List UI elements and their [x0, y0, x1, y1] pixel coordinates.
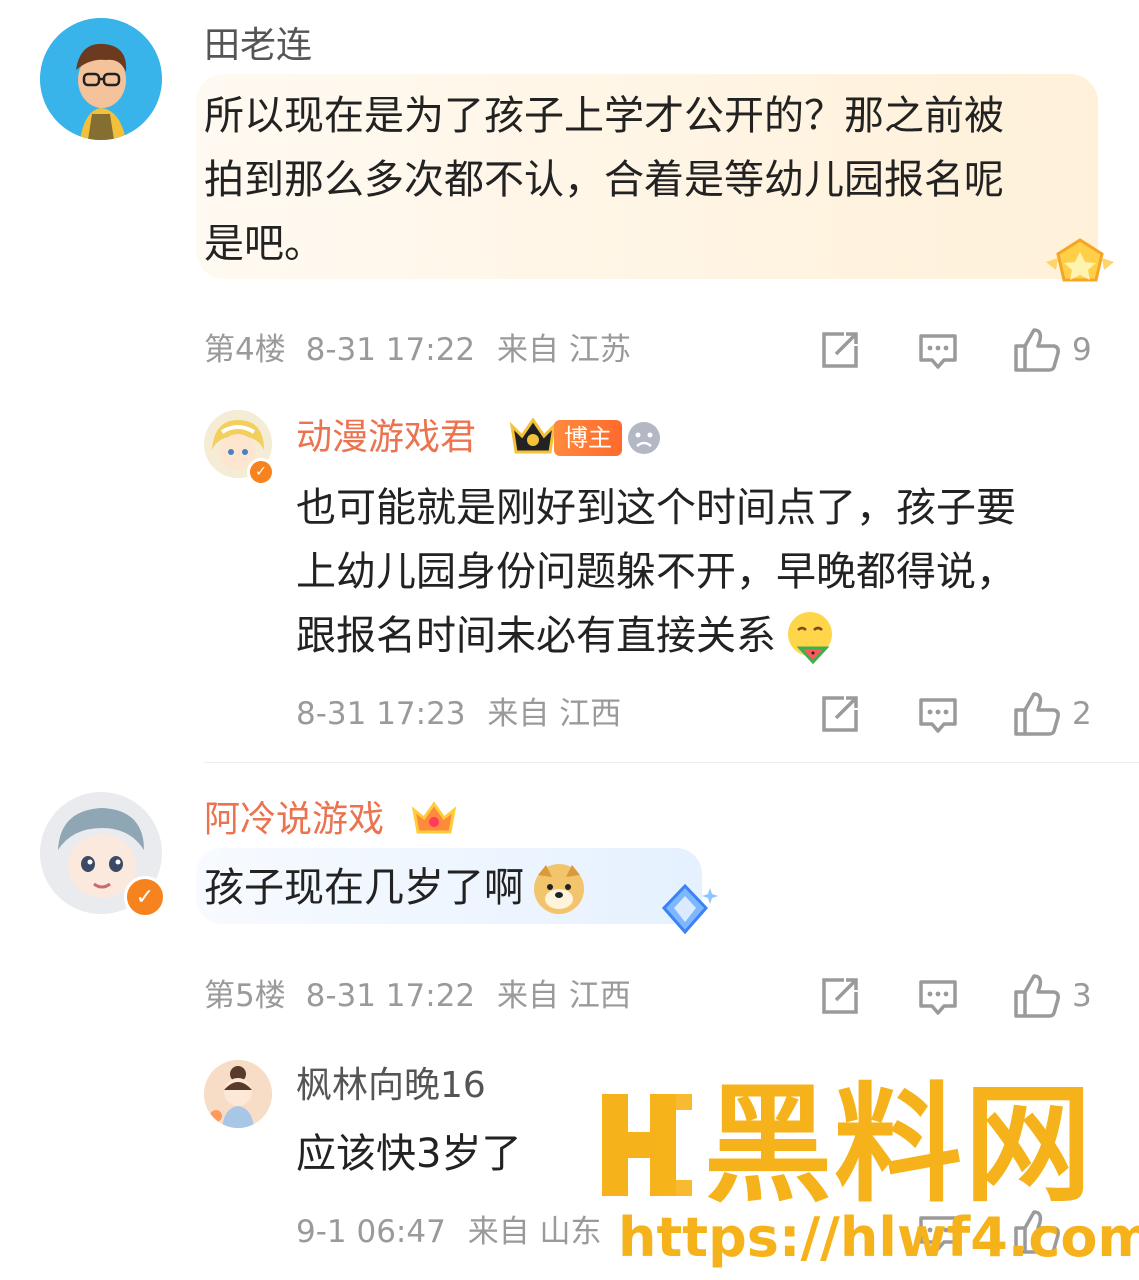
comment-button[interactable] — [916, 328, 960, 372]
share-icon — [822, 696, 858, 732]
watermark-logo-icon — [592, 1086, 702, 1204]
diamond-badge-icon — [650, 880, 720, 940]
like-count: 2 — [1072, 696, 1092, 732]
like-button[interactable]: 9 — [1012, 326, 1092, 374]
avatar[interactable] — [40, 18, 162, 140]
watermark-url: https://hlwf4.com — [618, 1206, 1139, 1269]
comment-meta: 第5楼 8-31 17:22 来自 江西 — [204, 976, 631, 1016]
comment-icon — [919, 334, 957, 369]
comment-icon — [919, 980, 957, 1015]
watermark-brand: 黑料网 — [704, 1071, 1095, 1220]
comment-meta: 8-31 17:23 来自 江西 — [296, 694, 621, 734]
comment-meta: 第4楼 8-31 17:22 来自 江苏 — [204, 330, 631, 370]
comment-location: 来自 江西 — [487, 696, 622, 732]
like-icon — [1014, 328, 1060, 372]
share-icon — [822, 332, 858, 368]
floor-number: 第5楼 — [204, 978, 286, 1014]
eating-watermelon-emoji-icon — [788, 612, 832, 664]
comment-text: 应该快3岁了 — [296, 1131, 522, 1177]
comment-text-line: 是吧。 — [204, 221, 324, 267]
comment-time: 9-1 06:47 — [296, 1214, 446, 1250]
comment-text-line: 所以现在是为了孩子上学才公开的？那之前被 — [204, 93, 1004, 139]
comment-text: 所以现在是为了孩子上学才公开的？那之前被 拍到那么多次都不认，合着是等幼儿园报名… — [204, 84, 1084, 276]
like-button[interactable]: 2 — [1012, 690, 1092, 738]
like-button[interactable]: 3 — [1012, 972, 1092, 1020]
comment-time: 8-31 17:23 — [296, 696, 466, 732]
comment-location: 来自 山东 — [467, 1214, 602, 1250]
comment-text-line: 上幼儿园身份问题躲不开，早晚都得说， — [296, 549, 1016, 595]
comment-text-line: 跟报名时间未必有直接关系 — [296, 604, 1096, 668]
comment-icon — [919, 698, 957, 733]
comment-time: 8-31 17:22 — [305, 978, 476, 1014]
doge-emoji-icon — [534, 864, 584, 914]
comment-username[interactable]: 枫林向晚16 — [296, 1064, 486, 1108]
comment-location: 来自 江苏 — [497, 332, 631, 368]
comment-meta: 9-1 06:47 来自 山东 — [296, 1212, 602, 1252]
comment-username[interactable]: 阿冷说游戏 — [204, 798, 384, 842]
comment-button[interactable] — [916, 974, 960, 1018]
comment-text-line: 拍到那么多次都不认，合着是等幼儿园报名呢 — [204, 157, 1004, 203]
comment-location: 来自 江西 — [497, 978, 631, 1014]
crown-level-icon — [410, 798, 458, 840]
verified-badge-icon: ✓ — [247, 458, 275, 486]
share-button[interactable] — [818, 692, 862, 736]
like-count: 9 — [1072, 332, 1092, 368]
share-button[interactable] — [818, 328, 862, 372]
comment-divider — [204, 762, 1139, 763]
like-icon — [1014, 692, 1060, 736]
verified-badge-icon: ✓ — [124, 876, 166, 918]
avatar-illustration — [204, 1060, 272, 1128]
share-button[interactable] — [818, 974, 862, 1018]
avatar[interactable] — [204, 1060, 272, 1128]
comment-text-fragment: 孩子现在几岁了啊 — [204, 865, 524, 911]
blogger-tag: 博主 — [554, 420, 622, 456]
comment-username[interactable]: 田老连 — [204, 24, 312, 68]
avatar-illustration — [40, 18, 162, 140]
star-badge-icon — [1040, 232, 1120, 296]
comment-button[interactable] — [916, 692, 960, 736]
crown-level-icon — [508, 414, 558, 458]
sad-face-icon — [626, 420, 662, 456]
comment-text-fragment: 跟报名时间未必有直接关系 — [296, 613, 776, 659]
share-icon — [822, 978, 858, 1014]
like-icon — [1014, 974, 1060, 1018]
comment-text-line: 也可能就是刚好到这个时间点了，孩子要 — [296, 485, 1016, 531]
like-count: 3 — [1072, 978, 1092, 1014]
comment-text: 孩子现在几岁了啊 — [204, 856, 588, 920]
comment-time: 8-31 17:22 — [305, 332, 476, 368]
comment-text: 也可能就是刚好到这个时间点了，孩子要 上幼儿园身份问题躲不开，早晚都得说， 跟报… — [296, 476, 1096, 668]
floor-number: 第4楼 — [204, 332, 286, 368]
comment-username[interactable]: 动漫游戏君 — [296, 416, 476, 460]
